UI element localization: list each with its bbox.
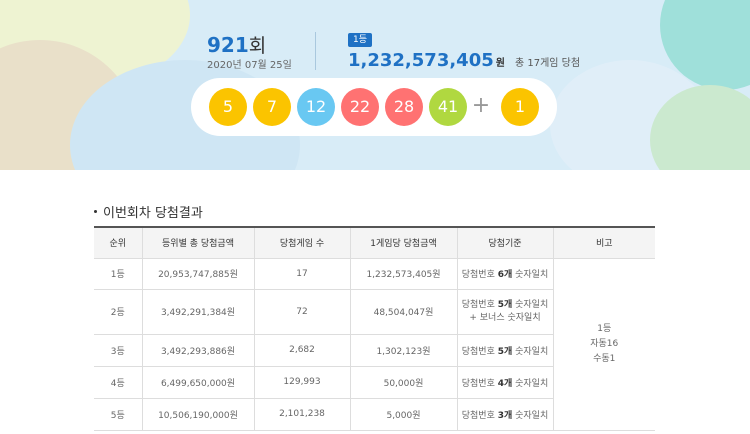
per-game-prize-cell: 48,504,047원 bbox=[349, 288, 458, 335]
first-prize-unit: 원 bbox=[495, 58, 505, 69]
winner-count-cell: 2,682 bbox=[253, 333, 351, 367]
total-prize-cell: 3,492,293,886원 bbox=[141, 333, 255, 367]
column-header: 당첨기준 bbox=[456, 226, 553, 259]
criteria-cell: 당첨번호 6개 숫자일치 bbox=[456, 257, 554, 290]
total-prize-cell: 20,953,747,885원 bbox=[141, 257, 255, 290]
remark-line: 수동1 bbox=[593, 353, 616, 364]
rank-cell: 1등 bbox=[94, 257, 143, 290]
draw-result-banner: 921회 2020년 07월 25일 1등 1,232,573,405 원 총 17… bbox=[0, 0, 750, 170]
rank-cell: 5등 bbox=[94, 397, 143, 431]
winner-count-cell: 72 bbox=[253, 288, 351, 335]
remarks-cell: 1등 자동16 수동1 bbox=[552, 257, 655, 431]
rank-cell: 2등 bbox=[94, 288, 143, 335]
winner-count-cell: 2,101,238 bbox=[253, 397, 351, 431]
winning-numbers-panel: 5 7 12 22 28 41 + 1 bbox=[191, 78, 557, 136]
round-suffix: 회 bbox=[248, 35, 267, 57]
per-game-prize-cell: 50,000원 bbox=[349, 365, 458, 399]
remark-line: 1등 bbox=[597, 323, 612, 334]
winning-number-ball: 12 bbox=[297, 88, 335, 126]
section-title: 이번회차 당첨결과 bbox=[94, 202, 203, 221]
column-header: 1게임당 당첨금액 bbox=[349, 226, 457, 259]
criteria-bonus-line: + 보너스 숫자일치 bbox=[469, 312, 541, 323]
results-table: 순위 등위별 총 당첨금액 당첨게임 수 1게임당 당첨금액 당첨기준 비고 1… bbox=[94, 226, 655, 431]
rank-cell: 4등 bbox=[94, 365, 143, 399]
winner-count-cell: 129,993 bbox=[253, 365, 351, 399]
winning-number-ball: 7 bbox=[253, 88, 291, 126]
section-title-text: 이번회차 당첨결과 bbox=[103, 206, 203, 221]
column-header: 당첨게임 수 bbox=[253, 226, 350, 259]
total-prize-cell: 6,499,650,000원 bbox=[141, 365, 255, 399]
round-number: 921 bbox=[207, 33, 249, 57]
first-prize-winner-count: 총 17게임 당첨 bbox=[514, 58, 581, 69]
first-prize-badge: 1등 bbox=[348, 33, 373, 47]
table-header-row: 순위 등위별 총 당첨금액 당첨게임 수 1게임당 당첨금액 당첨기준 비고 bbox=[94, 226, 655, 259]
bonus-number-ball: 1 bbox=[501, 88, 539, 126]
criteria-cell: 당첨번호 4개 숫자일치 bbox=[456, 365, 553, 399]
winning-number-ball: 22 bbox=[341, 88, 379, 126]
per-game-prize-cell: 1,302,123원 bbox=[349, 333, 458, 367]
column-header: 비고 bbox=[552, 226, 655, 259]
winning-number-ball: 5 bbox=[209, 88, 247, 126]
winning-number-ball: 41 bbox=[429, 88, 467, 126]
winner-count-cell: 17 bbox=[253, 257, 351, 290]
criteria-cell: 당첨번호 5개 숫자일치 bbox=[456, 333, 553, 367]
draw-round: 921회 bbox=[207, 31, 266, 58]
plus-icon: + bbox=[471, 93, 491, 118]
table-row: 1등 20,953,747,885원 17 1,232,573,405원 당첨번… bbox=[94, 257, 655, 431]
bullet-icon bbox=[94, 210, 97, 213]
column-header: 등위별 총 당첨금액 bbox=[141, 226, 254, 259]
remark-line: 자동16 bbox=[590, 338, 619, 349]
first-prize-amount: 1,232,573,405 bbox=[348, 50, 494, 71]
per-game-prize-cell: 1,232,573,405원 bbox=[349, 257, 458, 290]
per-game-prize-cell: 5,000원 bbox=[349, 397, 458, 431]
column-header: 순위 bbox=[94, 226, 142, 259]
criteria-cell: 당첨번호 3개 숫자일치 bbox=[456, 397, 553, 431]
rank-cell: 3등 bbox=[94, 333, 143, 367]
draw-date: 2020년 07월 25일 bbox=[207, 60, 292, 71]
total-prize-cell: 10,506,190,000원 bbox=[141, 397, 255, 431]
total-prize-cell: 3,492,291,384원 bbox=[141, 288, 255, 335]
divider bbox=[315, 32, 316, 70]
first-prize-amount-row: 1,232,573,405 원 총 17게임 당첨 bbox=[348, 50, 580, 71]
winning-number-ball: 28 bbox=[385, 88, 423, 126]
criteria-cell: 당첨번호 5개 숫자일치 + 보너스 숫자일치 bbox=[456, 288, 553, 335]
